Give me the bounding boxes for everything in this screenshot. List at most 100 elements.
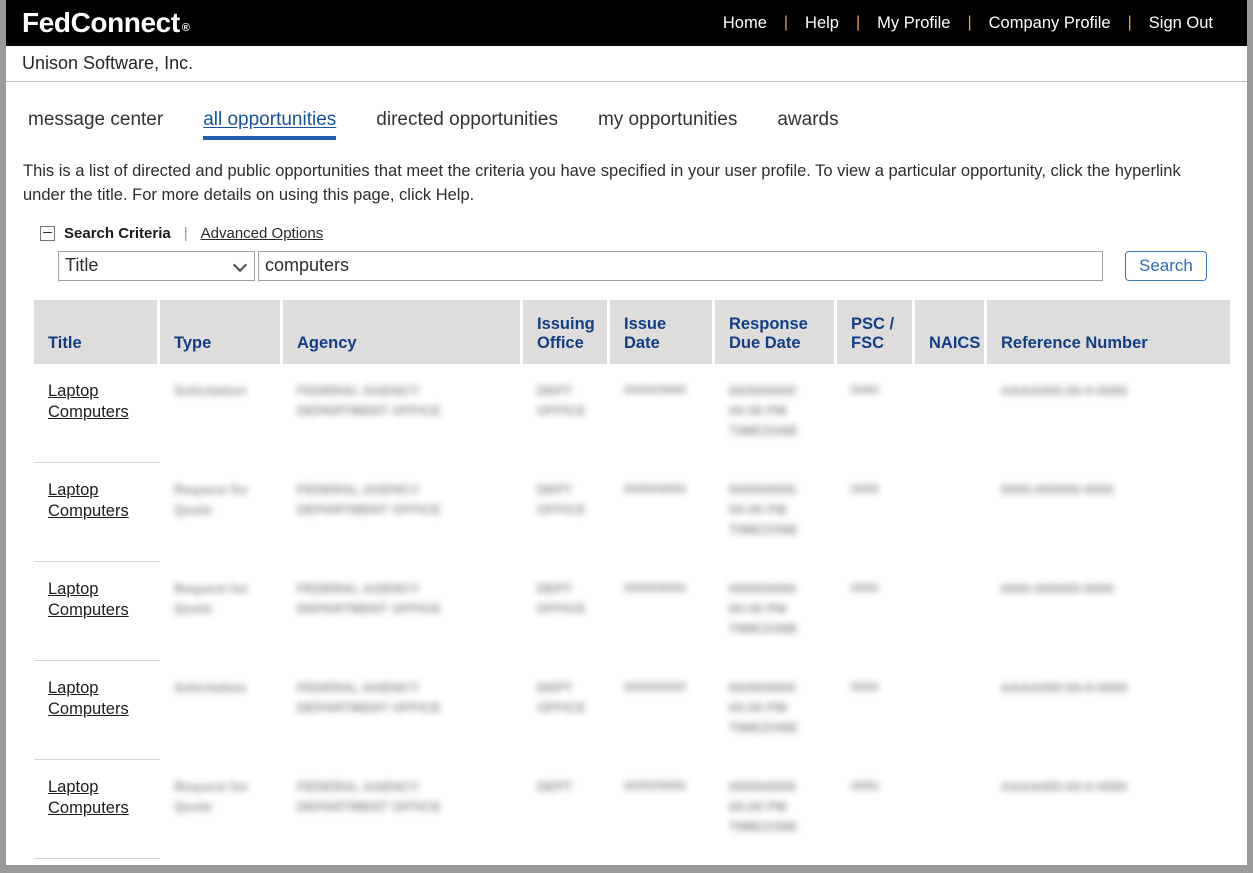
table-row: Laptop Computers Solicitation FEDERAL AGEN… [34, 364, 1230, 463]
tab-bar: message center all opportunities directe… [6, 82, 1247, 140]
redacted-issuing-office: DEPTOFFICE [537, 680, 586, 715]
page-description: This is a list of directed and public op… [6, 140, 1225, 208]
cell-naics [915, 364, 987, 463]
cell-issue-date: 00/00/0000 [610, 562, 715, 661]
cell-issue-date: 00/00/0000 [610, 661, 715, 760]
search-criteria-label: Search Criteria [64, 225, 171, 242]
column-header-naics[interactable]: NAICS [915, 300, 987, 364]
cell-naics [915, 562, 987, 661]
tab-my-opportunities[interactable]: my opportunities [598, 109, 737, 140]
cell-type: Solicitation [160, 661, 283, 760]
cell-agency: FEDERAL AGENCYDEPARTMENT OFFICE [283, 364, 523, 463]
table-row: Laptop ComputersRequest forQuoteFEDERAL … [34, 760, 1230, 859]
redacted-issue-date: 00/00/0000 [624, 779, 686, 793]
cell-naics [915, 760, 987, 859]
cell-issuing-office: DEPT [523, 760, 610, 859]
opportunities-table-container: Title Type Agency IssuingOffice IssueDat… [6, 281, 1247, 859]
cell-reference-number: 0000-000000-0000 [987, 463, 1230, 562]
table-row: Laptop Computers Request forQuote FEDERAL … [34, 562, 1230, 661]
cell-title: Laptop Computers [34, 562, 160, 661]
top-bar: FedConnect® Home | Help | My Profile | C… [6, 0, 1247, 46]
registered-mark-icon: ® [182, 22, 190, 34]
opportunities-table: Title Type Agency IssuingOffice IssueDat… [34, 300, 1230, 859]
redacted-psc-fsc: 0000 [851, 482, 879, 496]
column-header-issuing-office[interactable]: IssuingOffice [523, 300, 610, 364]
cell-issue-date: 00/00/0000 [610, 760, 715, 859]
cell-type: Solicitation [160, 364, 283, 463]
redacted-type: Request forQuote [174, 581, 248, 616]
cell-reference-number: AAAA000-00-0-0000 [987, 661, 1230, 760]
redacted-issuing-office: DEPTOFFICE [537, 581, 586, 616]
redacted-type: Solicitation [174, 383, 246, 398]
redacted-reference-number: AAAA000-00-0-0000 [1001, 680, 1127, 695]
search-button[interactable]: Search [1125, 251, 1207, 281]
cell-psc-fsc: 0000 [837, 562, 915, 661]
redacted-issue-date: 00/00/0000 [624, 383, 686, 397]
cell-issuing-office: DEPTOFFICE [523, 562, 610, 661]
redacted-reference-number: AAAA000-00-0-0000 [1001, 779, 1127, 794]
cell-type: Request forQuote [160, 562, 283, 661]
column-header-type[interactable]: Type [160, 300, 283, 364]
cell-reference-number: AAAA000-00-0-0000 [987, 364, 1230, 463]
cell-response-due-date: 00/00/000000:00 PMTIMEZONE [715, 562, 837, 661]
brand-logo: FedConnect® [6, 7, 190, 39]
cell-title: Laptop Computers [34, 760, 160, 859]
cell-psc-fsc: 0000 [837, 463, 915, 562]
redacted-type: Request forQuote [174, 482, 248, 517]
redacted-issuing-office: DEPT [537, 779, 572, 794]
cell-title: Laptop Computers [34, 364, 160, 463]
column-header-issue-date[interactable]: IssueDate [610, 300, 715, 364]
brand-name: FedConnect [22, 7, 180, 39]
column-header-response-due-date[interactable]: ResponseDue Date [715, 300, 837, 364]
cell-response-due-date: 00/00/000000:00 PMTIMEZONE [715, 661, 837, 760]
collapse-minus-icon[interactable] [40, 226, 55, 241]
nav-link-home[interactable]: Home [706, 14, 784, 33]
cell-agency: FEDERAL AGENCYDEPARTMENT OFFICE [283, 463, 523, 562]
column-header-title[interactable]: Title [34, 300, 160, 364]
redacted-issuing-office: DEPTOFFICE [537, 383, 586, 418]
chevron-down-icon [233, 258, 247, 272]
search-field-select[interactable]: Title [58, 251, 255, 281]
column-header-reference-number[interactable]: Reference Number [987, 300, 1230, 364]
cell-response-due-date: 00/00/000000:00 PMTIMEZONE [715, 760, 837, 859]
redacted-issue-date: 00/00/0000 [624, 680, 686, 694]
cell-type: Request forQuote [160, 760, 283, 859]
tab-all-opportunities[interactable]: all opportunities [203, 109, 336, 140]
redacted-response-due-date: 00/00/000000:00 PMTIMEZONE [729, 581, 798, 636]
redacted-agency: FEDERAL AGENCYDEPARTMENT OFFICE [297, 581, 441, 616]
redacted-issue-date: 00/00/0000 [624, 482, 686, 496]
search-input-value: computers [265, 255, 349, 276]
opportunity-title-link[interactable]: Laptop Computers [48, 480, 150, 523]
nav-link-my-profile[interactable]: My Profile [860, 14, 967, 33]
search-form: Title computers Search [6, 242, 1247, 281]
cell-type: Request forQuote [160, 463, 283, 562]
advanced-options-link[interactable]: Advanced Options [201, 225, 324, 242]
opportunity-title-link[interactable]: Laptop Computers [48, 777, 150, 820]
redacted-psc-fsc: 0000 [851, 581, 879, 595]
cell-agency: FEDERAL AGENCYDEPARTMENT OFFICE [283, 562, 523, 661]
redacted-psc-fsc: 0000 [851, 680, 879, 694]
redacted-response-due-date: 00/00/000000:00 PMTIMEZONE [729, 779, 798, 834]
search-criteria-bar: Search Criteria | Advanced Options [6, 208, 1247, 242]
tab-message-center[interactable]: message center [28, 109, 163, 140]
opportunity-title-link[interactable]: Laptop Computers [48, 381, 150, 424]
search-input[interactable]: computers [258, 251, 1103, 281]
redacted-psc-fsc: 0000 [851, 779, 879, 793]
column-header-psc-fsc[interactable]: PSC /FSC [837, 300, 915, 364]
cell-reference-number: AAAA000-00-0-0000 [987, 760, 1230, 859]
nav-link-company-profile[interactable]: Company Profile [972, 14, 1128, 33]
tab-awards[interactable]: awards [777, 109, 838, 140]
redacted-agency: FEDERAL AGENCYDEPARTMENT OFFICE [297, 680, 441, 715]
nav-link-sign-out[interactable]: Sign Out [1132, 14, 1230, 33]
cell-issuing-office: DEPTOFFICE [523, 661, 610, 760]
cell-agency: FEDERAL AGENCYDEPARTMENT OFFICE [283, 760, 523, 859]
tab-directed-opportunities[interactable]: directed opportunities [376, 109, 558, 140]
opportunity-title-link[interactable]: Laptop Computers [48, 579, 150, 622]
column-header-agency[interactable]: Agency [283, 300, 523, 364]
redacted-agency: FEDERAL AGENCYDEPARTMENT OFFICE [297, 482, 441, 517]
nav-link-help[interactable]: Help [788, 14, 856, 33]
opportunity-title-link[interactable]: Laptop Computers [48, 678, 150, 721]
table-row: Laptop ComputersSolicitation FEDERAL AGEN… [34, 661, 1230, 760]
cell-naics [915, 463, 987, 562]
redacted-reference-number: 0000-000000-0000 [1001, 581, 1114, 596]
